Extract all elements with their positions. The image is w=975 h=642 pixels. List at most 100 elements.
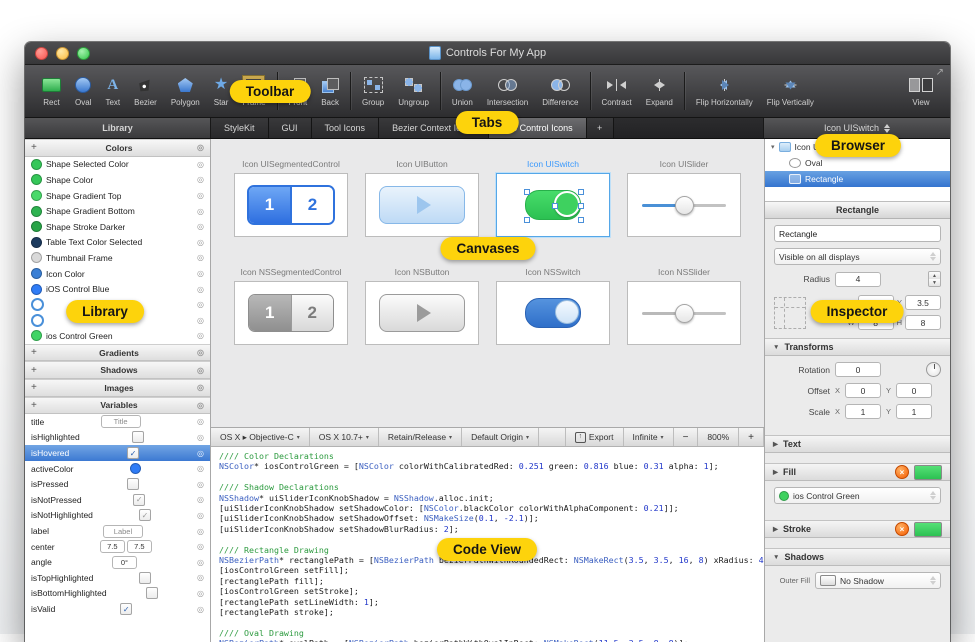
color-item[interactable]: iOS Control Blue [25,281,210,297]
canvas-ns-slider[interactable]: Icon NSSlider [628,267,740,345]
tool-difference[interactable]: Difference [535,65,585,117]
variables-section-header[interactable]: +Variables [25,397,210,415]
canvas-tile[interactable]: 12 [234,173,348,237]
rotation-field[interactable]: 0 [835,362,881,377]
target-icon[interactable] [197,366,204,375]
target-icon[interactable] [197,511,204,520]
tool-text[interactable]: Text [98,65,127,117]
variable-item[interactable]: isNotHighlighted [25,508,210,524]
gradients-section-header[interactable]: +Gradients [25,344,210,362]
target-icon[interactable] [197,175,204,184]
variable-item-selected[interactable]: isHovered [25,445,210,461]
add-tab-button[interactable]: + [587,118,614,138]
tool-flip-horizontally[interactable]: Flip Horizontally [689,65,760,117]
transforms-section-header[interactable]: Transforms [765,338,950,356]
images-section-header[interactable]: +Images [25,379,210,397]
variable-item[interactable]: isHighlighted [25,430,210,446]
variable-value-field[interactable]: Label [103,525,143,538]
fill-section-header[interactable]: Fill [765,463,950,481]
target-icon[interactable] [197,558,204,567]
color-item[interactable]: Icon Color [25,266,210,282]
stroke-section-header[interactable]: Stroke [765,520,950,538]
tool-union[interactable]: Union [445,65,480,117]
canvas-tile[interactable] [627,173,741,237]
no-fill-button[interactable] [895,465,909,479]
export-button[interactable]: Export [565,428,624,446]
target-icon[interactable] [197,449,204,458]
color-item[interactable]: Thumbnail Frame [25,250,210,266]
zoom-level[interactable]: 800% [698,428,739,446]
fill-color-dropdown[interactable]: ios Control Green [774,487,941,504]
target-icon[interactable] [197,253,204,262]
target-icon[interactable] [197,433,204,442]
variable-checkbox[interactable] [133,494,145,506]
tool-oval[interactable]: Oval [68,65,98,117]
tool-bezier[interactable]: Bezier [127,65,164,117]
disclosure-triangle-icon[interactable] [771,143,775,151]
variable-item[interactable]: isPressed [25,476,210,492]
canvas-ns-segmented-control[interactable]: Icon NSSegmentedControl 12 [235,267,347,345]
scale-y-field[interactable]: 1 [896,404,932,419]
variable-checkbox[interactable] [139,572,151,584]
tool-expand[interactable]: Expand [639,65,680,117]
no-stroke-button[interactable] [895,522,909,536]
variable-item[interactable]: angle0° [25,554,210,570]
target-icon[interactable] [197,160,204,169]
canvas-tile[interactable]: 12 [234,281,348,345]
canvas-ui-button[interactable]: Icon UIButton [366,159,478,237]
variable-checkbox[interactable] [127,447,139,459]
canvas-ui-slider[interactable]: Icon UISlider [628,159,740,237]
color-item[interactable]: Table Text Color Selected [25,235,210,251]
target-icon[interactable] [197,464,204,473]
target-icon[interactable] [197,527,204,536]
target-icon[interactable] [197,300,204,309]
tool-rect[interactable]: Rect [35,65,68,117]
rotation-knob[interactable] [926,362,941,377]
add-icon[interactable]: + [31,365,41,376]
variable-item[interactable]: isBottomHighlighted [25,586,210,602]
origin-anchor-widget[interactable] [774,297,806,329]
frame-y-field[interactable]: 3.5 [905,295,941,310]
color-item[interactable]: Shape Selected Color [25,157,210,173]
path-handle[interactable] [552,203,558,209]
canvas-tile[interactable] [496,281,610,345]
variable-item[interactable]: isNotPressed [25,492,210,508]
zoom-in-button[interactable] [739,428,764,446]
shadow-dropdown[interactable]: No Shadow [815,572,941,589]
canvas-tile[interactable] [496,173,610,237]
tool-flip-vertically[interactable]: Flip Vertically [760,65,821,117]
variable-value-field[interactable]: Title [101,415,141,428]
variable-item[interactable]: labelLabel [25,523,210,539]
frame-height-field[interactable]: 8 [905,315,941,330]
target-icon[interactable] [197,383,204,392]
variable-checkbox[interactable] [132,431,144,443]
target-icon[interactable] [197,417,204,426]
colors-section-header[interactable]: +Colors [25,139,210,157]
variable-checkbox[interactable] [120,603,132,615]
shadows-section-header[interactable]: Shadows [765,548,950,566]
color-item[interactable]: Shape Stroke Darker [25,219,210,235]
path-handle[interactable] [578,203,584,209]
scale-x-field[interactable]: 1 [845,404,881,419]
radius-stepper[interactable]: ▲▼ [928,271,941,287]
origin-menu[interactable]: Default Origin [462,428,539,446]
path-handle[interactable] [524,189,530,195]
add-icon[interactable]: + [31,382,41,393]
tool-back[interactable]: Back [314,65,346,117]
variable-item[interactable]: isValid [25,601,210,617]
platform-language-menu[interactable]: OS X ▸ Objective-C [211,428,310,446]
canvas-size-menu[interactable]: Infinite [624,428,674,446]
variable-value-field[interactable]: 7.5 [127,540,152,553]
tool-ungroup[interactable]: Ungroup [391,65,436,117]
zoom-window-button[interactable] [77,47,90,60]
variable-value-field[interactable]: 0° [112,556,137,569]
shadows-section-header[interactable]: +Shadows [25,361,210,379]
offset-x-field[interactable]: 0 [845,383,881,398]
fill-color-swatch[interactable] [914,465,942,480]
target-icon[interactable] [197,143,204,152]
variable-checkbox[interactable] [127,478,139,490]
text-section-header[interactable]: Text [765,435,950,453]
fullscreen-icon[interactable]: ↗ [936,67,944,78]
target-icon[interactable] [197,207,204,216]
path-handle[interactable] [578,217,584,223]
